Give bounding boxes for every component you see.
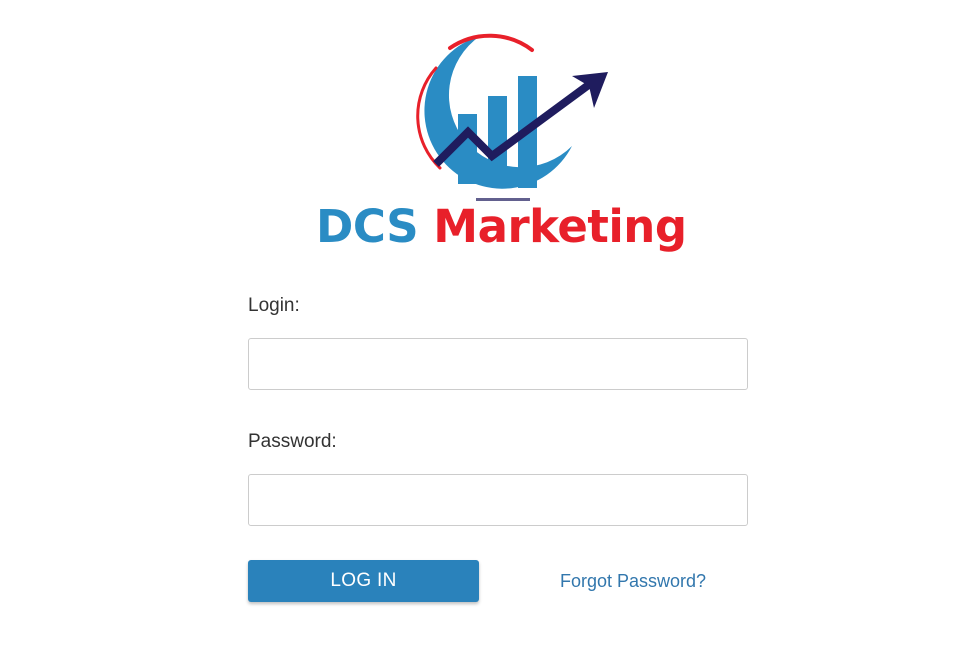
company-logo: DCS Marketing — [300, 28, 700, 273]
login-label: Login: — [248, 295, 300, 316]
logo-text-dcs: DCS — [316, 200, 419, 253]
logo-graphic — [416, 33, 608, 201]
logo-wordmark: DCS Marketing — [316, 204, 687, 249]
password-label: Password: — [248, 431, 337, 452]
forgot-password-link[interactable]: Forgot Password? — [560, 571, 706, 592]
password-input[interactable] — [248, 474, 748, 526]
login-button[interactable]: LOG IN — [248, 560, 479, 602]
login-page: DCS Marketing Login: Password: LOG IN Fo… — [0, 0, 979, 668]
login-form: Login: Password: LOG IN Forgot Password? — [248, 290, 748, 602]
logo-text-marketing: Marketing — [433, 200, 687, 253]
form-actions: LOG IN Forgot Password? — [248, 560, 748, 602]
login-input[interactable] — [248, 338, 748, 390]
